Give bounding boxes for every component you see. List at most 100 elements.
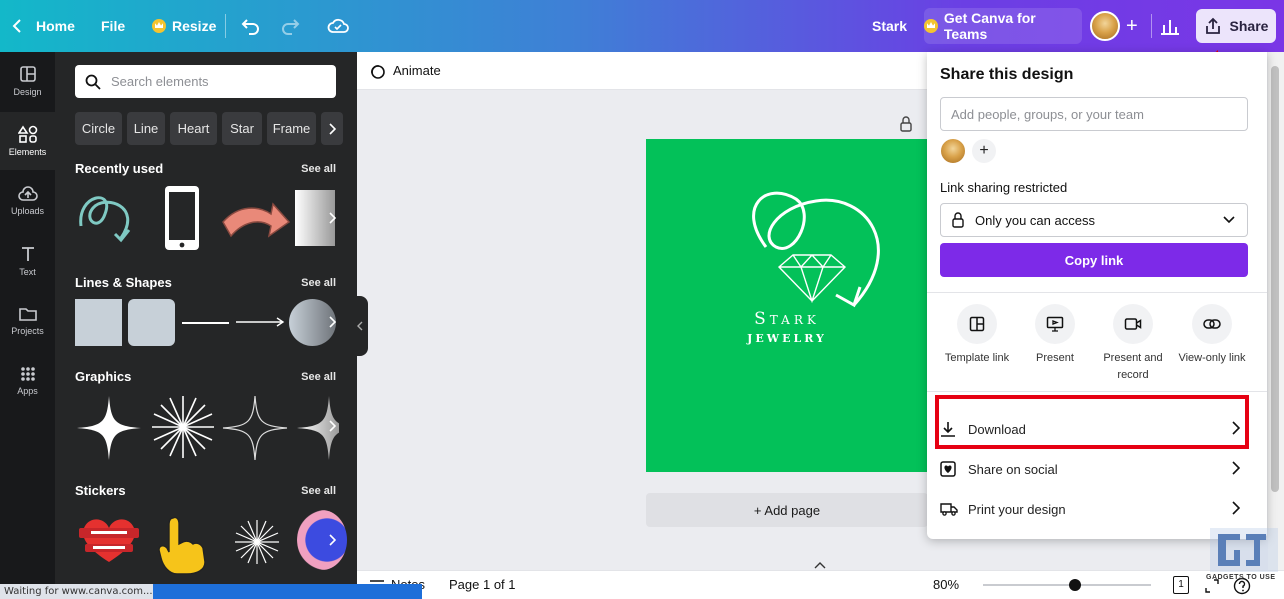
watermark-logo: GADGETS TO USE <box>1204 526 1284 586</box>
share-button[interactable]: Share <box>1196 9 1276 43</box>
template-icon <box>969 316 985 332</box>
option-label: Present <box>1036 352 1074 364</box>
scrollbar-thumb[interactable] <box>1271 66 1279 492</box>
sidebar-rail: Design Elements Uploads Text Projects Ap… <box>0 52 55 599</box>
design-canvas[interactable]: Stark JEWELRY <box>646 139 928 472</box>
crown-icon <box>152 19 166 33</box>
sidebar-item-label: Uploads <box>10 206 45 216</box>
collapse-panel-button[interactable] <box>352 296 368 356</box>
chip-line[interactable]: Line <box>127 112 165 145</box>
access-select[interactable]: Only you can access <box>940 203 1248 237</box>
sidebar-item-design[interactable]: Design <box>0 52 55 110</box>
recent-next-button[interactable] <box>319 198 345 238</box>
sparkle-graphic[interactable] <box>75 394 143 462</box>
add-person-button[interactable]: + <box>972 139 996 163</box>
hand-sticker[interactable] <box>155 514 211 576</box>
chip-star[interactable]: Star <box>222 112 262 145</box>
add-people-input[interactable]: Add people, groups, or your team <box>940 97 1248 131</box>
pages-button[interactable]: 1 <box>1173 576 1189 594</box>
collaborator-avatar <box>940 138 966 164</box>
get-teams-button[interactable]: Get Canva for Teams <box>924 8 1082 44</box>
see-all-graphics[interactable]: See all <box>301 371 336 383</box>
see-all-lines[interactable]: See all <box>301 277 336 289</box>
design-subheading: JEWELRY <box>747 332 827 345</box>
share-icon <box>1205 17 1220 34</box>
sidebar-item-label: Design <box>13 87 42 97</box>
burst-sticker[interactable] <box>233 518 281 566</box>
lines-next-button[interactable] <box>319 302 345 342</box>
chip-heart[interactable]: Heart <box>170 112 217 145</box>
share-social-option[interactable]: Share on social <box>940 451 1250 487</box>
valentines-sticker[interactable] <box>77 514 141 564</box>
link-icon <box>1203 319 1221 329</box>
see-all-recent[interactable]: See all <box>301 163 336 175</box>
teams-label: Get Canva for Teams <box>943 10 1036 42</box>
redo-button[interactable] <box>280 0 300 52</box>
avatar[interactable] <box>1090 11 1120 41</box>
search-input[interactable]: Search elements <box>75 65 336 98</box>
phone-element[interactable] <box>163 184 201 252</box>
present-option[interactable]: Present <box>1015 304 1095 367</box>
copy-link-button[interactable]: Copy link <box>940 243 1248 277</box>
file-menu[interactable]: File <box>101 0 125 52</box>
line-shape[interactable] <box>182 322 229 324</box>
watermark-text: GADGETS TO USE <box>1206 574 1276 581</box>
print-design-option[interactable]: Print your design <box>940 491 1250 527</box>
top-bar: Home File Resize Stark Get Canva for Tea… <box>0 0 1284 52</box>
divider <box>927 292 1267 293</box>
zoom-slider[interactable] <box>983 579 1151 591</box>
chevron-right-icon <box>1232 501 1240 515</box>
cloud-save-button[interactable] <box>327 0 349 52</box>
chevron-left-icon <box>12 19 21 33</box>
chip-circle[interactable]: Circle <box>75 112 122 145</box>
divider <box>225 14 226 38</box>
download-highlight <box>935 395 1249 449</box>
zoom-slider-thumb[interactable] <box>1069 579 1082 591</box>
chevron-left-icon <box>357 321 363 331</box>
present-icon <box>1046 316 1064 332</box>
starburst-graphic[interactable] <box>150 394 216 460</box>
curly-arrow-element[interactable] <box>75 184 145 252</box>
add-page-button[interactable]: + Add page <box>646 493 928 527</box>
outline-sparkle-graphic[interactable] <box>221 394 289 462</box>
stickers-next-button[interactable] <box>319 520 345 560</box>
graphics-next-button[interactable] <box>319 406 345 446</box>
design-title[interactable]: Stark <box>872 0 907 52</box>
access-value: Only you can access <box>975 212 1095 228</box>
see-all-stickers[interactable]: See all <box>301 485 336 497</box>
sidebar-item-label: Elements <box>8 147 47 157</box>
chevron-up-icon[interactable] <box>814 561 826 569</box>
apps-icon <box>20 367 35 381</box>
sidebar-item-uploads[interactable]: Uploads <box>0 172 55 230</box>
resize-button[interactable]: Resize <box>152 0 216 52</box>
share-social-label: Share on social <box>968 461 1058 477</box>
undo-icon <box>241 19 259 35</box>
sidebar-item-text[interactable]: Text <box>0 232 55 290</box>
design-icon <box>19 66 36 82</box>
zoom-value[interactable]: 80% <box>933 577 959 592</box>
undo-button[interactable] <box>241 0 261 52</box>
chevron-right-icon <box>329 420 336 432</box>
view-only-link-option[interactable]: View-only link <box>1172 304 1252 367</box>
add-collaborator-button[interactable]: + <box>1126 0 1138 52</box>
sidebar-item-label: Projects <box>11 326 44 336</box>
present-record-option[interactable]: Present and record <box>1093 304 1173 384</box>
chip-frame[interactable]: Frame <box>267 112 316 145</box>
lock-icon <box>952 212 964 228</box>
rounded-square-shape[interactable] <box>128 299 175 346</box>
arrow-element[interactable] <box>219 192 293 248</box>
lock-icon[interactable] <box>899 116 913 132</box>
home-button[interactable]: Home <box>12 0 75 52</box>
animate-button[interactable]: Animate <box>369 63 441 79</box>
sidebar-item-apps[interactable]: Apps <box>0 352 55 410</box>
square-shape[interactable] <box>75 299 122 346</box>
sidebar-item-label: Text <box>19 267 36 277</box>
insights-button[interactable] <box>1160 0 1180 52</box>
sidebar-item-elements[interactable]: Elements <box>0 112 55 170</box>
chips-next-button[interactable] <box>321 112 343 145</box>
template-link-option[interactable]: Template link <box>937 304 1017 367</box>
watermark-icon <box>1210 528 1278 572</box>
arrow-line-shape[interactable] <box>235 316 285 328</box>
sidebar-item-projects[interactable]: Projects <box>0 292 55 350</box>
heart-box-icon <box>940 461 956 477</box>
